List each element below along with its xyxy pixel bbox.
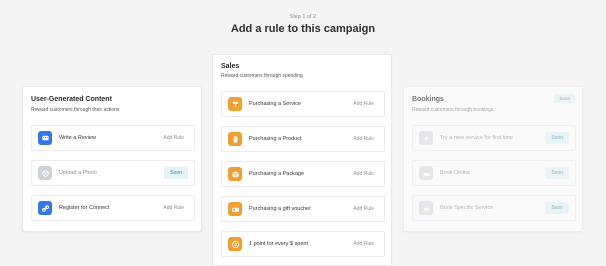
- sales-card: Sales Reward customers through spending …: [212, 54, 392, 266]
- rule-label: Try a new service for first time: [440, 135, 514, 141]
- card-title: Bookings: [412, 96, 444, 103]
- calendar-icon: [419, 166, 433, 180]
- add-rule-button[interactable]: Add Rule: [159, 202, 188, 214]
- soon-badge: Soon: [554, 94, 575, 103]
- service-bell-icon: [419, 201, 433, 215]
- add-rule-button[interactable]: Add Rule: [159, 132, 188, 144]
- sparkle-icon: [419, 131, 433, 145]
- bookings-card: Bookings Reward customers through bookin…: [403, 86, 583, 232]
- rule-label: Register for Connect: [59, 205, 110, 211]
- rule-write-review[interactable]: Write a Review Add Rule: [31, 125, 195, 151]
- review-icon: [38, 131, 52, 145]
- rule-points-per-dollar[interactable]: $ 1 point for every $ spent Add Rule: [221, 231, 385, 257]
- card-subtitle: Reward customers through their actions: [31, 107, 120, 113]
- soon-badge: Soon: [545, 202, 569, 214]
- card-subtitle: Reward customers through spending: [221, 73, 303, 79]
- page-title: Add a rule to this campaign: [230, 23, 376, 35]
- add-rule-button[interactable]: Add Rule: [349, 133, 378, 145]
- add-rule-button[interactable]: Add Rule: [349, 203, 378, 215]
- rule-book-specific-service: Book Specific Service Soon: [412, 195, 576, 221]
- dollar-icon: $: [228, 237, 242, 251]
- rule-label: Book Online: [440, 170, 470, 176]
- rule-register-connect[interactable]: Register for Connect Add Rule: [31, 195, 195, 221]
- soon-badge: Soon: [545, 132, 569, 144]
- rule-label: Purchasing a gift voucher: [249, 206, 312, 212]
- card-title: User-Generated Content: [31, 96, 112, 103]
- rule-upload-photo: Upload a Photo Soon: [31, 160, 195, 186]
- rule-purchasing-gift-voucher[interactable]: Purchasing a gift voucher Add Rule: [221, 196, 385, 222]
- soon-badge: Soon: [164, 167, 188, 179]
- soon-badge: Soon: [545, 167, 569, 179]
- step-indicator: Step 1 of 2: [289, 14, 317, 20]
- camera-icon: [38, 166, 52, 180]
- rule-label: Book Specific Service: [440, 205, 494, 211]
- link-icon: [38, 201, 52, 215]
- svg-text:$: $: [234, 242, 237, 247]
- add-rule-button[interactable]: Add Rule: [349, 98, 378, 110]
- card-subtitle: Reward customers through bookings: [412, 107, 494, 113]
- ugc-card: User-Generated Content Reward customers …: [22, 86, 202, 232]
- rule-try-new-service: Try a new service for first time Soon: [412, 125, 576, 151]
- voucher-icon: [228, 202, 242, 216]
- product-icon: [228, 132, 242, 146]
- rule-label: Write a Review: [59, 135, 96, 141]
- rule-book-online: Book Online Soon: [412, 160, 576, 186]
- rule-label: Purchasing a Product: [249, 136, 302, 142]
- rule-purchasing-package[interactable]: Purchasing a Package Add Rule: [221, 161, 385, 187]
- card-title: Sales: [221, 63, 240, 70]
- rule-label: Purchasing a Package: [249, 171, 305, 177]
- rule-purchasing-service[interactable]: Purchasing a Service Add Rule: [221, 91, 385, 117]
- rule-purchasing-product[interactable]: Purchasing a Product Add Rule: [221, 126, 385, 152]
- package-icon: [228, 167, 242, 181]
- add-rule-button[interactable]: Add Rule: [349, 238, 378, 250]
- rule-label: Upload a Photo: [59, 170, 97, 176]
- rule-label: 1 point for every $ spent: [249, 241, 309, 247]
- page-header: Step 1 of 2 Add a rule to this campaign: [0, 14, 606, 35]
- service-icon: [228, 97, 242, 111]
- add-rule-button[interactable]: Add Rule: [349, 168, 378, 180]
- rule-label: Purchasing a Service: [249, 101, 301, 107]
